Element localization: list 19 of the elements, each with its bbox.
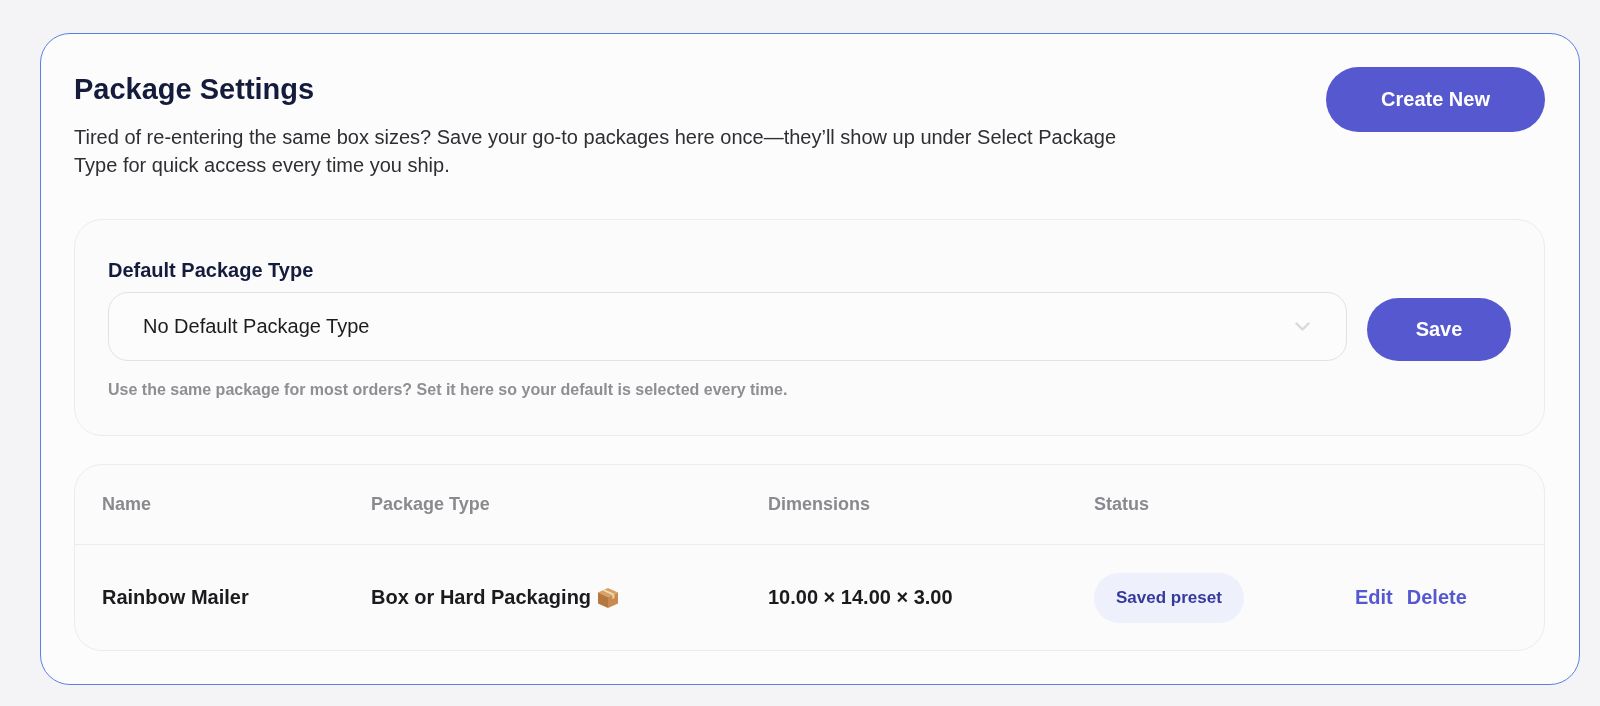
cardboard-box-icon [597,586,620,609]
column-header: Status [1094,494,1149,515]
status-badge: Saved preset [1094,572,1244,623]
column-header: Name [102,494,152,515]
name-cell: Rainbow Mailer [102,586,249,609]
action-link[interactable]: Delete [1406,586,1467,609]
dimensions-cell: 10.00 × 14.00 × 3.00 [768,586,953,609]
column-header: Dimensions [768,494,871,515]
help-text: Use the same package for most orders? Set it here so your default is selected every time. [108,380,789,400]
save-button[interactable]: Save [1367,298,1511,361]
package-type-select[interactable]: No Default Package Type [108,292,1347,361]
package-type-cell: Box or Hard Packaging [371,586,592,609]
create-new-button[interactable]: Create New [1326,67,1545,132]
column-header: Package Type [371,494,490,515]
action-link[interactable]: Edit [1355,586,1393,609]
field-label: Default Package Type [108,258,315,282]
page-title: Package Settings [74,72,316,107]
page-description: Tired of re-entering the same box sizes? Save your go-to packages here once—they’ll show up under Select Package Type for quick access every time you ship. [74,125,1118,178]
chevron-down-icon [1295,322,1310,331]
